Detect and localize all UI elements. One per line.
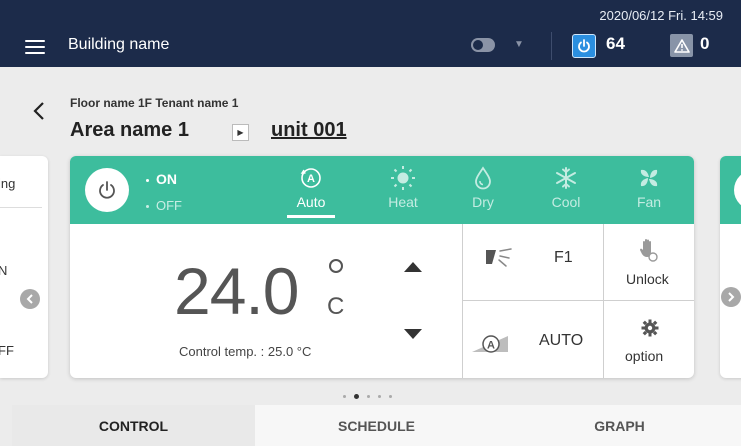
droplet-icon <box>454 164 512 192</box>
power-on-option[interactable]: ON <box>146 171 177 187</box>
power-off-label: OFF <box>156 198 182 213</box>
airflow-direction-icon <box>486 248 512 267</box>
airflow-direction-button[interactable]: F1 <box>463 224 603 300</box>
previous-card-text: ing <box>0 176 16 191</box>
chevron-down-icon[interactable]: ▼ <box>514 39 524 50</box>
mode-cool[interactable]: Cool <box>537 164 595 210</box>
previous-card-on: N <box>0 263 8 278</box>
option-label: option <box>625 348 664 364</box>
mode-label: Cool <box>551 194 581 210</box>
gear-icon <box>641 319 659 337</box>
degree-symbol <box>329 259 343 273</box>
hand-lock-icon <box>640 239 658 262</box>
warning-count: 0 <box>700 34 710 53</box>
fan-speed-button[interactable]: A AUTO <box>463 301 603 378</box>
lock-button[interactable]: Unlock <box>604 224 694 300</box>
lock-label: Unlock <box>626 271 669 287</box>
airflow-label: F1 <box>554 249 573 266</box>
menu-icon[interactable] <box>25 40 45 54</box>
page-indicator <box>343 394 392 399</box>
temperature-up-button[interactable] <box>404 262 422 272</box>
previous-unit-card[interactable]: ing N FF <box>0 156 48 378</box>
mode-bar: ON OFF A Auto Heat Dry Cool Fan <box>70 156 694 224</box>
mode-dry[interactable]: Dry <box>454 164 512 210</box>
tab-graph[interactable]: GRAPH <box>498 405 741 446</box>
area-name: Area name 1 <box>70 119 189 141</box>
mode-label: Dry <box>472 194 494 210</box>
tab-schedule[interactable]: SCHEDULE <box>255 405 498 446</box>
setpoint-temperature: 24.0 <box>174 254 299 328</box>
page-dot[interactable] <box>389 395 392 398</box>
bottom-tabs: CONTROL SCHEDULE GRAPH <box>0 405 741 446</box>
play-arrow-icon: ▶ <box>232 124 249 141</box>
power-icon <box>99 181 115 199</box>
option-button[interactable]: option <box>604 301 694 378</box>
warning-icon[interactable] <box>670 34 693 57</box>
page-dot[interactable] <box>367 395 370 398</box>
page-dot-active[interactable] <box>354 394 359 399</box>
building-name[interactable]: Building name <box>68 36 169 54</box>
fan-speed-label: AUTO <box>539 332 584 349</box>
sun-icon <box>374 164 432 192</box>
on-count: 64 <box>606 34 625 53</box>
power-status-icon[interactable] <box>572 34 596 58</box>
toggle-switch[interactable] <box>471 38 495 52</box>
previous-card-off: FF <box>0 343 14 358</box>
unit-control-card: ON OFF A Auto Heat Dry Cool Fan 24.0 C C… <box>70 156 694 378</box>
divider <box>551 32 552 60</box>
mode-label: Fan <box>636 194 662 210</box>
svg-text:A: A <box>307 173 315 185</box>
page-dot[interactable] <box>378 395 381 398</box>
fan-icon <box>620 164 678 192</box>
location-subtitle: Floor name 1F Tenant name 1 <box>70 96 239 110</box>
snowflake-icon <box>537 164 595 192</box>
power-button[interactable] <box>85 168 129 212</box>
back-arrow-icon[interactable] <box>33 101 45 126</box>
control-temperature: Control temp. : 25.0 °C <box>179 344 312 359</box>
mode-auto[interactable]: A Auto <box>282 164 340 218</box>
svg-text:A: A <box>487 340 495 352</box>
unit-link[interactable]: unit 001 <box>271 119 347 142</box>
temperature-unit: C <box>327 293 345 320</box>
auto-icon: A <box>282 164 340 192</box>
next-card-arrow-icon[interactable] <box>721 287 741 307</box>
fan-speed-auto-icon: A <box>472 335 508 353</box>
top-bar: 2020/06/12 Fri. 14:59 Building name ▼ 64… <box>0 0 741 67</box>
temperature-down-button[interactable] <box>404 329 422 339</box>
power-off-option[interactable]: OFF <box>146 198 182 213</box>
mode-label: Heat <box>388 194 418 210</box>
mode-heat[interactable]: Heat <box>374 164 432 210</box>
page-dot[interactable] <box>343 395 346 398</box>
power-on-label: ON <box>156 171 177 187</box>
mode-label: Auto <box>296 194 326 210</box>
previous-card-arrow-icon[interactable] <box>20 289 40 309</box>
datetime: 2020/06/12 Fri. 14:59 <box>599 8 723 23</box>
next-unit-card[interactable] <box>720 156 741 378</box>
tab-control[interactable]: CONTROL <box>12 405 255 446</box>
mode-fan[interactable]: Fan <box>620 164 678 210</box>
